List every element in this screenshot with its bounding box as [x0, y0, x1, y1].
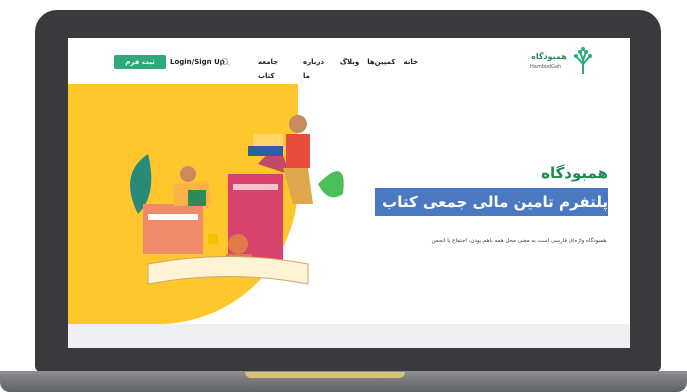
logo-wordmark: همبودگاه [531, 52, 567, 61]
site-navbar: ثبت فرم کمپین Login/Sign Up خانه کمپین‌ه… [68, 38, 630, 85]
hero-title: همبودگاه [541, 164, 608, 182]
browser-screen: ثبت فرم کمپین Login/Sign Up خانه کمپین‌ه… [68, 38, 630, 348]
hero-section: همبودگاه پلتفرم تامین مالی جمعی کتاب همب… [68, 84, 630, 324]
page-lower-section [68, 324, 630, 348]
menu-item-home[interactable]: خانه [403, 55, 418, 69]
hero-subtitle-highlight: پلتفرم تامین مالی جمعی کتاب [375, 188, 608, 216]
tree-logo-icon [574, 47, 592, 74]
hero-description: همبودگاه واژه‌ای فارسی است به معنی محل ه… [431, 238, 608, 244]
campaign-form-button[interactable]: ثبت فرم کمپین [114, 55, 166, 80]
site-logo[interactable]: همبودگاه HambodGah [528, 44, 598, 78]
logo-subtext: HambodGah [530, 64, 562, 70]
menu-item-about[interactable]: درباره ما [303, 55, 332, 80]
reading-people-illustration [130, 115, 344, 285]
menu-item-book-community[interactable]: جامعه کتاب [258, 55, 295, 80]
laptop-notch [245, 372, 405, 378]
login-signup-link[interactable]: Login/Sign Up [170, 55, 225, 69]
menu-item-campaigns[interactable]: کمپین‌ها [367, 55, 395, 69]
main-menu: خانه کمپین‌ها وبلاگ درباره ما جامعه کتاب [258, 55, 418, 80]
menu-item-blog[interactable]: وبلاگ [340, 55, 359, 69]
search-icon[interactable] [221, 58, 228, 65]
